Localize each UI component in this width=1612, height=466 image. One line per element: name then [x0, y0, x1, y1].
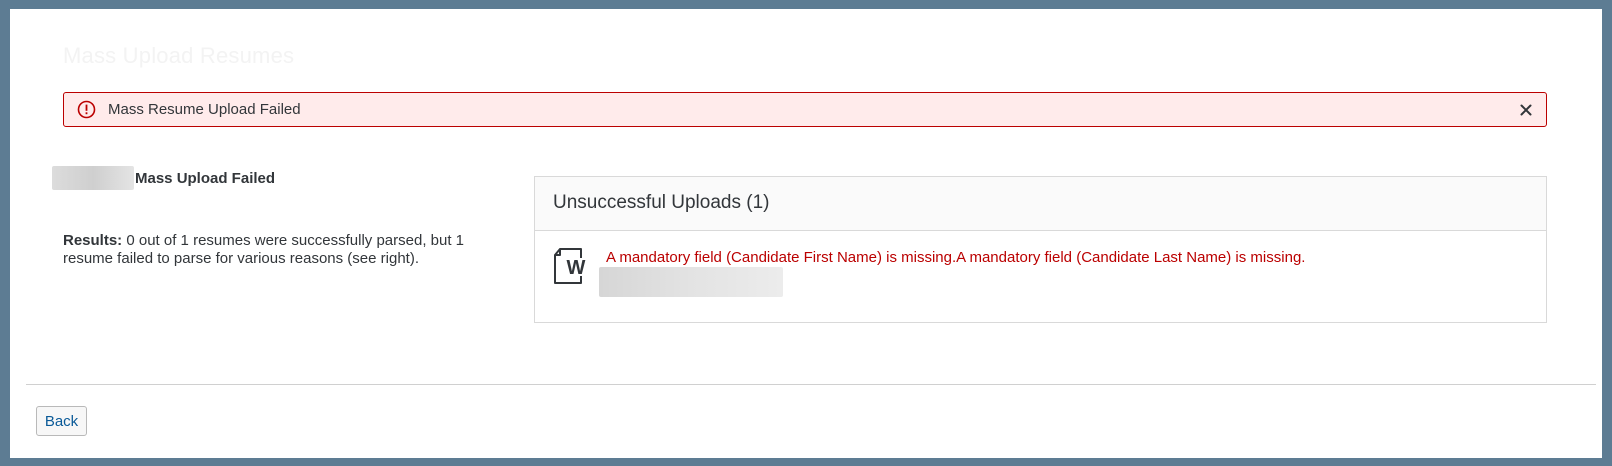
file-name-redacted [599, 267, 783, 297]
mass-upload-dialog: Mass Upload Resumes Mass Resume Upload F… [10, 9, 1602, 458]
results-label: Results: [63, 232, 123, 249]
page-title: Mass Upload Resumes [63, 43, 295, 68]
results-text: 0 out of 1 resumes were successfully par… [63, 232, 465, 267]
error-message-strip: Mass Resume Upload Failed [63, 92, 1547, 127]
list-item: W A mandatory field (Candidate First Nam… [535, 231, 1546, 321]
status-icon-redacted [52, 166, 134, 190]
word-document-icon: W [552, 247, 590, 285]
unsuccessful-uploads-panel: Unsuccessful Uploads (1) W A mandatory f… [534, 176, 1547, 323]
results-summary: Results: 0 out of 1 resumes were success… [63, 232, 493, 268]
close-icon[interactable] [1516, 100, 1536, 120]
upload-status-row: Mass Upload Failed [52, 166, 492, 192]
upload-summary: Mass Upload Failed Results: 0 out of 1 r… [52, 166, 492, 267]
panel-title: Unsuccessful Uploads (1) [553, 192, 770, 213]
upload-error-message: A mandatory field (Candidate First Name)… [606, 249, 1306, 266]
error-circle-icon [77, 100, 96, 119]
panel-header: Unsuccessful Uploads (1) [535, 177, 1546, 231]
footer-divider [26, 384, 1596, 385]
back-button[interactable]: Back [36, 406, 87, 436]
upload-status-heading: Mass Upload Failed [135, 170, 276, 187]
error-strip-message: Mass Resume Upload Failed [108, 101, 301, 118]
svg-text:W: W [567, 257, 586, 279]
